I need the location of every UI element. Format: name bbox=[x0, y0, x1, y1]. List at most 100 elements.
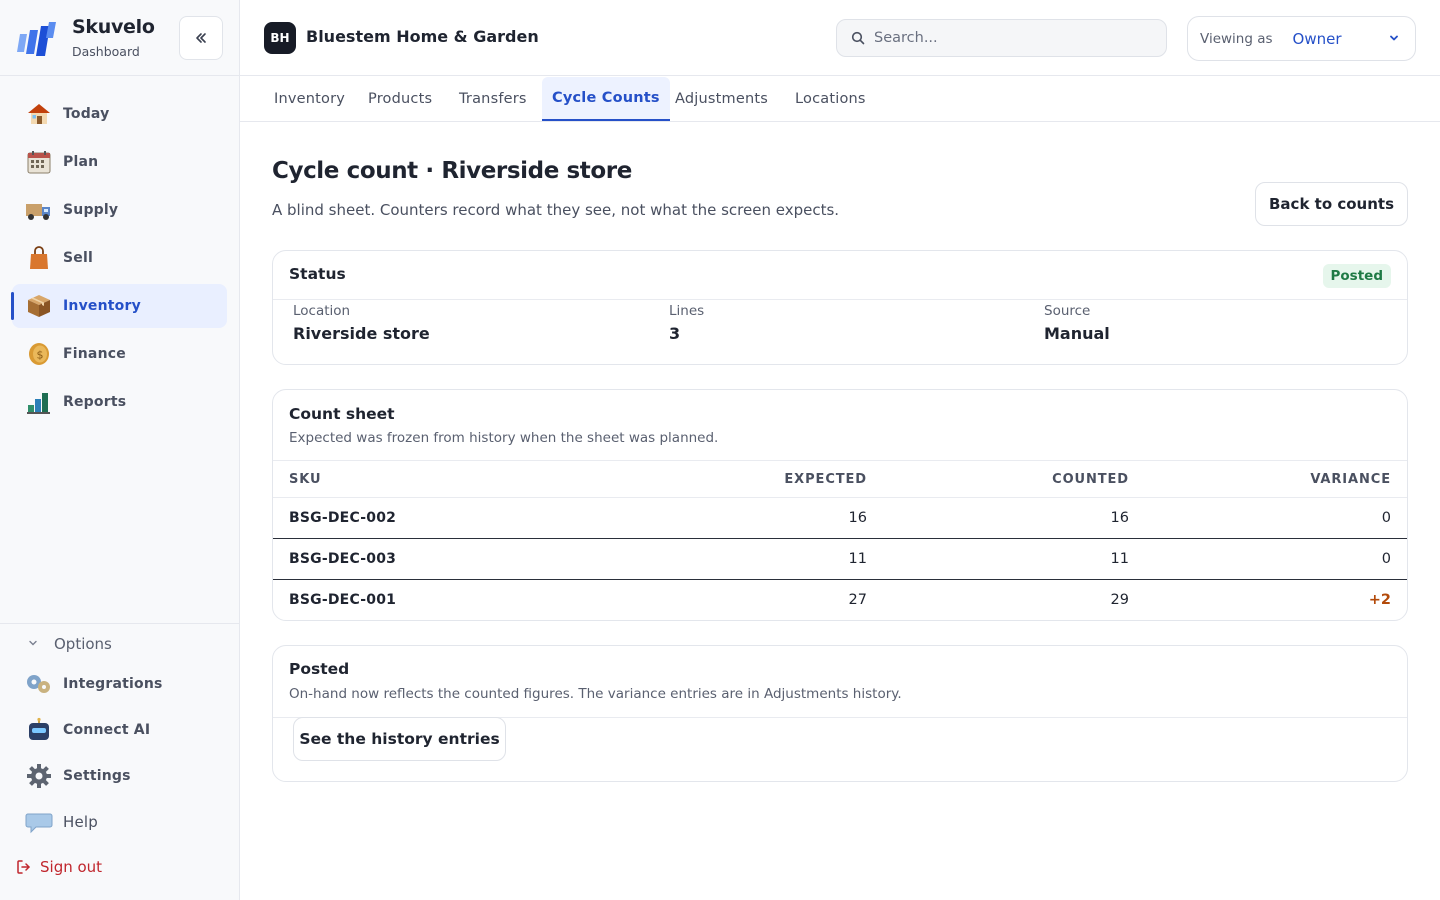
table-row[interactable]: BSG-DEC-001 27 29 +2 bbox=[273, 580, 1407, 620]
truck-icon bbox=[25, 196, 53, 224]
cell-expected: 16 bbox=[848, 510, 867, 526]
page-title: Cycle count · Riverside store bbox=[272, 158, 632, 184]
tab-locations[interactable]: Locations bbox=[785, 77, 876, 121]
count-sheet-card: Count sheet Expected was frozen from his… bbox=[272, 389, 1408, 621]
speech-bubble-icon bbox=[25, 808, 53, 836]
cell-sku: BSG-DEC-003 bbox=[289, 551, 397, 567]
cell-counted: 11 bbox=[1110, 551, 1129, 567]
sign-out-icon bbox=[16, 859, 32, 875]
table-row[interactable]: BSG-DEC-002 16 16 0 bbox=[273, 498, 1407, 539]
package-icon bbox=[25, 292, 53, 320]
sidebar-item-label: Integrations bbox=[63, 676, 163, 692]
robot-icon bbox=[25, 716, 53, 744]
sidebar-item-help[interactable]: Help bbox=[12, 800, 227, 844]
meta-location: Location Riverside store bbox=[293, 303, 430, 343]
sidebar-item-today[interactable]: Today bbox=[12, 92, 227, 136]
skuvelo-logo bbox=[17, 22, 56, 56]
card-divider bbox=[273, 460, 1407, 461]
meta-lines: Lines 3 bbox=[669, 303, 704, 343]
cell-variance: +2 bbox=[1368, 592, 1391, 608]
sidebar-item-settings[interactable]: Settings bbox=[12, 754, 227, 798]
sidebar-item-label: Today bbox=[63, 106, 110, 122]
section-tabs: Inventory Products Transfers Cycle Count… bbox=[240, 77, 1440, 122]
posted-card-description: On-hand now reflects the counted figures… bbox=[289, 686, 902, 702]
collapse-sidebar-button[interactable] bbox=[179, 16, 223, 60]
search-box[interactable] bbox=[836, 19, 1167, 57]
org-name[interactable]: Bluestem Home & Garden bbox=[306, 27, 539, 46]
search-input[interactable] bbox=[874, 30, 1154, 46]
see-history-entries-button[interactable]: See the history entries bbox=[293, 717, 506, 761]
meta-label: Source bbox=[1044, 303, 1091, 319]
sidebar-item-label: Reports bbox=[63, 394, 127, 410]
cell-counted: 29 bbox=[1110, 592, 1129, 608]
calendar-icon bbox=[25, 148, 53, 176]
card-divider bbox=[273, 299, 1407, 300]
search-icon bbox=[851, 31, 865, 45]
posted-card: Posted On-hand now reflects the counted … bbox=[272, 645, 1408, 782]
meta-value: 3 bbox=[669, 324, 681, 343]
coin-icon: $ bbox=[25, 340, 53, 368]
sidebar-item-reports[interactable]: Reports bbox=[12, 380, 227, 424]
count-sheet-description: Expected was frozen from history when th… bbox=[289, 430, 719, 446]
topbar: BH Bluestem Home & Garden Viewing as Own… bbox=[240, 0, 1440, 76]
meta-label: Lines bbox=[669, 303, 705, 319]
viewing-as-select[interactable]: Viewing as Owner bbox=[1187, 16, 1416, 61]
column-header-sku: SKU bbox=[289, 472, 322, 487]
sidebar-item-label: Finance bbox=[63, 346, 126, 362]
tab-adjustments[interactable]: Adjustments bbox=[665, 77, 778, 121]
sidebar-item-sell[interactable]: Sell bbox=[12, 236, 227, 280]
sidebar-item-finance[interactable]: $ Finance bbox=[12, 332, 227, 376]
tab-products[interactable]: Products bbox=[358, 77, 442, 121]
column-header-counted: COUNTED bbox=[1052, 472, 1129, 487]
status-card: Status Posted Location Riverside store L… bbox=[272, 250, 1408, 365]
house-icon bbox=[25, 100, 53, 128]
sign-out-link[interactable]: Sign out bbox=[16, 858, 102, 876]
meta-source: Source Manual bbox=[1044, 303, 1110, 343]
table-row[interactable]: BSG-DEC-003 11 11 0 bbox=[273, 539, 1407, 580]
sidebar-divider bbox=[0, 623, 239, 624]
chevron-down-icon bbox=[28, 638, 38, 651]
sidebar-item-label: Supply bbox=[63, 202, 119, 218]
sidebar-item-connect-ai[interactable]: Connect AI bbox=[12, 708, 227, 752]
sidebar-item-integrations[interactable]: Integrations bbox=[12, 662, 227, 706]
column-header-expected: EXPECTED bbox=[784, 472, 867, 487]
sidebar: Skuvelo Dashboard Today Plan Supply Sell bbox=[0, 0, 240, 900]
sidebar-item-plan[interactable]: Plan bbox=[12, 140, 227, 184]
bar-chart-icon bbox=[25, 388, 53, 416]
cell-expected: 11 bbox=[848, 551, 867, 567]
cell-sku: BSG-DEC-001 bbox=[289, 592, 397, 608]
options-label: Options bbox=[54, 635, 112, 653]
cell-variance: 0 bbox=[1381, 551, 1391, 567]
count-sheet-title: Count sheet bbox=[289, 405, 395, 423]
cell-expected: 27 bbox=[848, 592, 867, 608]
cell-sku: BSG-DEC-002 bbox=[289, 510, 397, 526]
tab-transfers[interactable]: Transfers bbox=[449, 77, 537, 121]
cell-counted: 16 bbox=[1110, 510, 1129, 526]
chevrons-left-icon bbox=[196, 33, 206, 43]
brand-name: Skuvelo bbox=[72, 16, 155, 38]
sidebar-item-label: Plan bbox=[63, 154, 99, 170]
meta-label: Location bbox=[293, 303, 351, 319]
sidebar-item-inventory[interactable]: Inventory bbox=[11, 284, 227, 328]
page-subtitle: A blind sheet. Counters record what they… bbox=[272, 201, 840, 219]
sign-out-label: Sign out bbox=[40, 858, 103, 876]
cell-variance: 0 bbox=[1381, 510, 1391, 526]
options-toggle[interactable]: Options bbox=[28, 632, 112, 656]
back-to-counts-button[interactable]: Back to counts bbox=[1255, 182, 1408, 226]
posted-card-title: Posted bbox=[289, 660, 350, 678]
sidebar-item-label: Settings bbox=[63, 768, 131, 784]
sidebar-item-supply[interactable]: Supply bbox=[12, 188, 227, 232]
sidebar-item-label: Inventory bbox=[63, 298, 141, 314]
org-avatar[interactable]: BH bbox=[264, 22, 296, 54]
sidebar-item-label: Help bbox=[63, 813, 98, 831]
puzzle-gears-icon bbox=[25, 670, 53, 698]
sidebar-item-label: Sell bbox=[63, 250, 93, 266]
status-card-title: Status bbox=[289, 265, 346, 283]
viewing-as-label: Viewing as bbox=[1200, 30, 1273, 47]
tab-cycle-counts[interactable]: Cycle Counts bbox=[542, 77, 670, 121]
brand-header: Skuvelo Dashboard bbox=[0, 0, 239, 76]
shopping-bag-icon bbox=[25, 244, 53, 272]
sidebar-item-label: Connect AI bbox=[63, 722, 151, 738]
tab-inventory[interactable]: Inventory bbox=[264, 77, 355, 121]
svg-text:$: $ bbox=[37, 349, 44, 362]
